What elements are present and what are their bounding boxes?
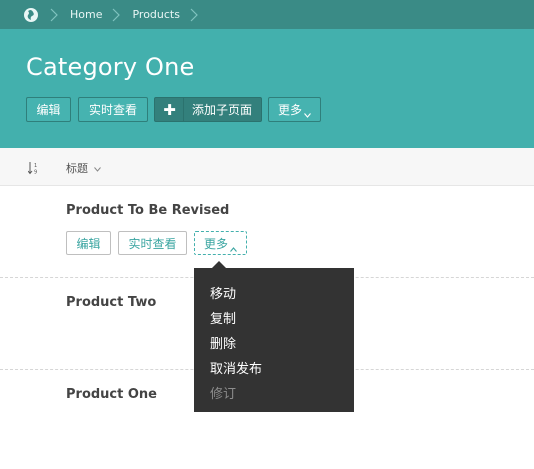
edit-button[interactable]: 编辑: [26, 97, 71, 122]
chevron-down-icon: [304, 107, 311, 118]
globe-icon[interactable]: [22, 6, 40, 24]
page-header: Category One 编辑 实时查看 ✚ 添加子页面 更多: [0, 29, 534, 148]
more-actions-menu: 移动 复制 删除 取消发布 修订: [194, 261, 354, 412]
plus-icon: ✚: [156, 98, 184, 121]
more-button[interactable]: 更多: [268, 97, 321, 122]
add-child-page-button[interactable]: ✚ 添加子页面: [154, 97, 262, 122]
edit-button-label: 编辑: [36, 103, 61, 117]
chevron-right-icon: [112, 8, 121, 22]
chevron-up-icon: [230, 241, 237, 252]
live-view-button[interactable]: 实时查看: [78, 97, 148, 122]
column-title-label: 标题: [66, 162, 88, 175]
row-more-button[interactable]: 更多: [194, 231, 247, 255]
breadcrumb-item-products[interactable]: Products: [132, 8, 180, 21]
breadcrumb: Home Products: [0, 0, 534, 29]
row-more-label: 更多: [203, 236, 228, 251]
menu-item-unpublish[interactable]: 取消发布: [210, 358, 262, 377]
add-child-page-label: 添加子页面: [191, 103, 252, 117]
menu-item-revisions: 修订: [210, 387, 237, 402]
svg-text:1: 1: [34, 163, 37, 169]
row-edit-button[interactable]: 编辑: [66, 231, 111, 255]
breadcrumb-item-home[interactable]: Home: [70, 8, 102, 21]
row-live-view-label: 实时查看: [128, 236, 177, 251]
menu-item-copy[interactable]: 复制: [210, 308, 236, 327]
row-title[interactable]: Product Two: [66, 295, 156, 310]
more-button-label: 更多: [277, 103, 302, 117]
chevron-right-icon: [50, 8, 58, 22]
chevron-down-icon: [93, 162, 101, 172]
column-title-sort[interactable]: 标题: [66, 160, 101, 176]
row-live-view-button[interactable]: 实时查看: [118, 231, 187, 255]
menu-item-move[interactable]: 移动: [210, 283, 236, 302]
list-item: Product To Be Revised 编辑 实时查看 更多: [0, 186, 534, 278]
live-view-button-label: 实时查看: [88, 103, 137, 117]
menu-item-delete[interactable]: 删除: [210, 333, 236, 352]
page-title: Category One: [26, 53, 195, 81]
sort-icon[interactable]: 19: [27, 161, 40, 176]
row-edit-label: 编辑: [76, 236, 101, 251]
row-title[interactable]: Product To Be Revised: [66, 203, 229, 218]
chevron-right-icon: [190, 8, 198, 22]
column-header: 19 标题: [0, 148, 534, 186]
row-title[interactable]: Product One: [66, 387, 157, 402]
svg-text:9: 9: [34, 170, 37, 176]
